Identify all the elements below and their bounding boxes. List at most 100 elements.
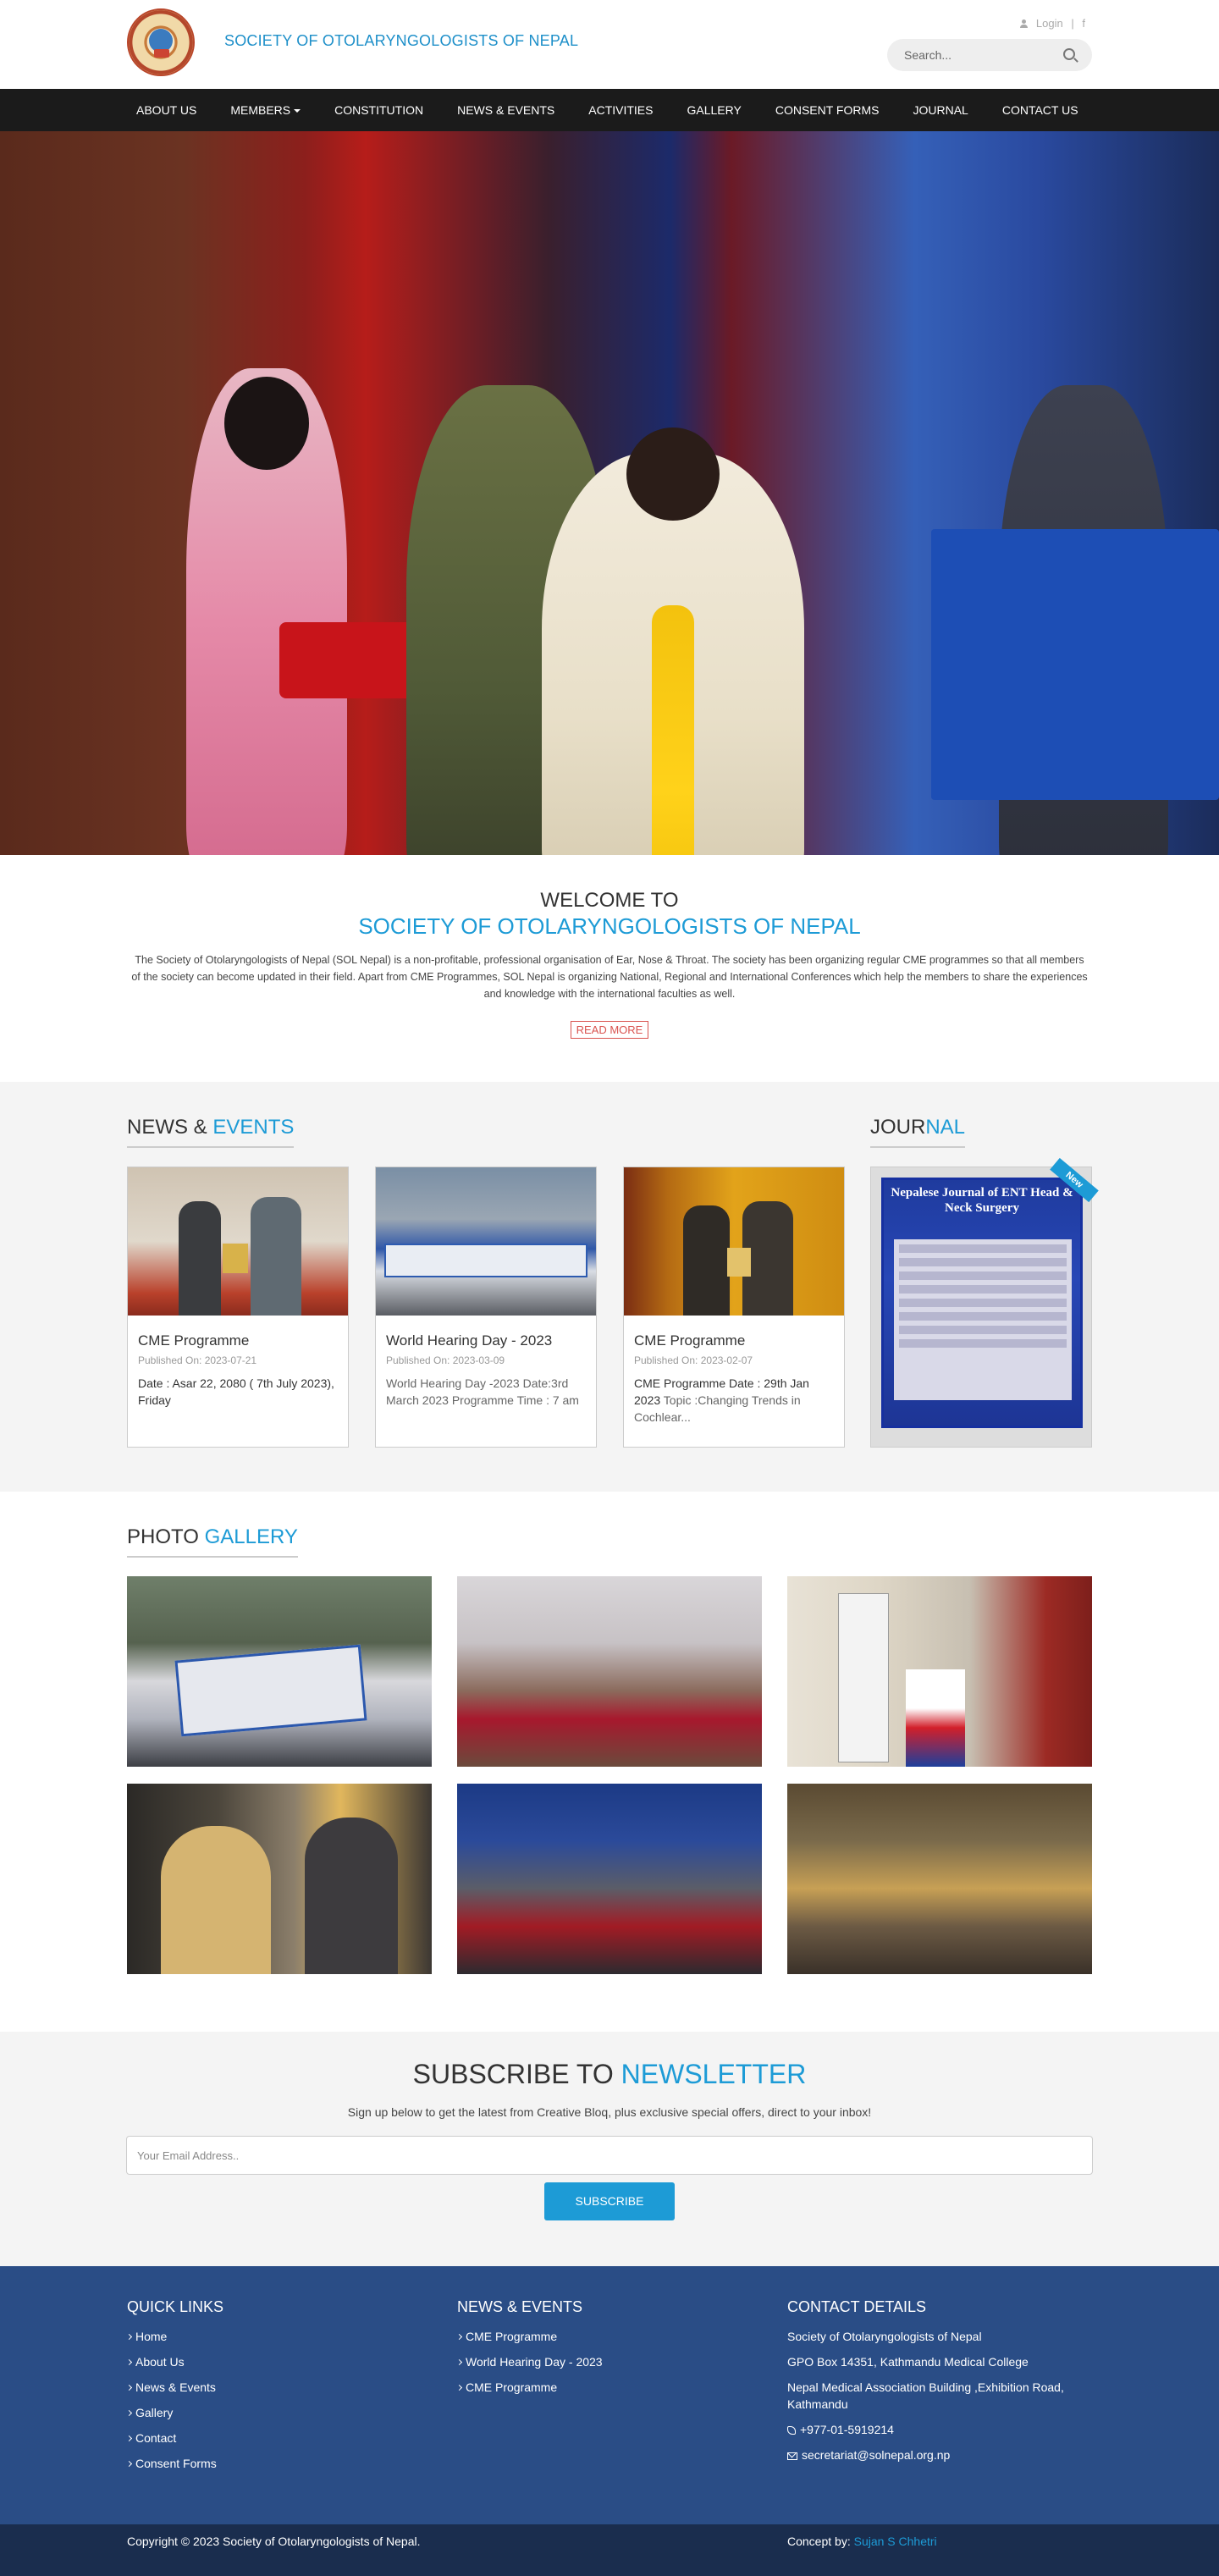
gallery-photo[interactable] [787, 1784, 1092, 1974]
nav-item-about-us[interactable]: ABOUT US [136, 103, 196, 117]
footer-link-home[interactable]: Home [125, 2328, 223, 2345]
news-title-part1: NEWS & [127, 1116, 213, 1139]
gallery-photo[interactable] [457, 1576, 762, 1767]
journal-card[interactable]: Nepalese Journal of ENT Head & Neck Surg… [870, 1157, 1099, 1448]
login-link[interactable]: Login [1036, 17, 1063, 30]
chevron-right-icon [125, 2358, 133, 2366]
footer-news-link[interactable]: CME Programme [455, 2328, 603, 2345]
footer-link-label: Gallery [135, 2406, 174, 2419]
nav-item-consent-forms[interactable]: CONSENT FORMS [775, 103, 880, 117]
chevron-right-icon [455, 2384, 463, 2391]
news-card-title[interactable]: World Hearing Day - 2023 [386, 1332, 586, 1349]
footer-link-news-events[interactable]: News & Events [125, 2379, 223, 2396]
news-card-desc: CME Programme Date : 29th Jan 2023 Topic… [634, 1375, 834, 1426]
footer-link-about-us[interactable]: About Us [125, 2353, 223, 2370]
subscribe-button[interactable]: SUBSCRIBE [544, 2182, 675, 2220]
nav-item-news-events[interactable]: NEWS & EVENTS [457, 103, 554, 117]
footer-link-label: News & Events [135, 2380, 216, 2394]
news-card-date: Published On: 2023-02-07 [634, 1354, 753, 1366]
photo-gallery-section: PHOTO GALLERY [0, 1492, 1219, 2032]
footer-news-link[interactable]: CME Programme [455, 2379, 603, 2396]
journal-cover-row [899, 1326, 1067, 1334]
concept-credit: Concept by: Sujan S Chhetri [787, 2535, 937, 2548]
news-card[interactable]: CME Programme Published On: 2023-02-07 C… [623, 1167, 845, 1448]
gallery-photo[interactable] [457, 1784, 762, 1974]
contact-email-address: secretariat@solnepal.org.np [802, 2448, 951, 2462]
news-card-desc-main: Date : Asar 22, 2080 ( 7th July 2023), F… [138, 1376, 334, 1407]
journal-cover-image[interactable]: Nepalese Journal of ENT Head & Neck Surg… [881, 1178, 1083, 1428]
facebook-icon[interactable]: f [1082, 17, 1085, 30]
nav-item-constitution[interactable]: CONSTITUTION [334, 103, 423, 117]
society-logo[interactable] [127, 8, 195, 76]
nav-item-journal[interactable]: JOURNAL [913, 103, 968, 117]
footer-news-link[interactable]: World Hearing Day - 2023 [455, 2353, 603, 2370]
journal-cover-row [899, 1271, 1067, 1280]
copyright-text: Copyright © 2023 Society of Otolaryngolo… [127, 2535, 421, 2548]
contact-email[interactable]: secretariat@solnepal.org.np [787, 2446, 1092, 2463]
footer-contact-details: CONTACT DETAILS Society of Otolaryngolog… [787, 2298, 1092, 2472]
contact-name: Society of Otolaryngologists of Nepal [787, 2330, 982, 2343]
footer-link-contact[interactable]: Contact [125, 2430, 223, 2446]
journal-title-part1: JOUR [870, 1116, 926, 1139]
news-card-photo[interactable] [128, 1167, 348, 1316]
footer-link-label: Home [135, 2330, 168, 2343]
gallery-photo[interactable] [127, 1784, 432, 1974]
read-more-button[interactable]: READ MORE [570, 1021, 649, 1039]
nav-item-members[interactable]: MEMBERS [230, 103, 301, 117]
footer-link-gallery[interactable]: Gallery [125, 2404, 223, 2421]
footer-quick-links-title: QUICK LINKS [127, 2298, 224, 2315]
photo-plaque [223, 1244, 248, 1273]
contact-address: Nepal Medical Association Building ,Exhi… [787, 2380, 1064, 2411]
newsletter-title-part2: NEWSLETTER [621, 2059, 807, 2089]
news-card-desc: Date : Asar 22, 2080 ( 7th July 2023), F… [138, 1375, 338, 1409]
nav-item-activities[interactable]: ACTIVITIES [588, 103, 653, 117]
search-icon[interactable] [1063, 48, 1075, 60]
gallery-section-title: PHOTO GALLERY [127, 1525, 298, 1558]
news-section-title: NEWS & EVENTS [127, 1116, 295, 1148]
gallery-photo[interactable] [787, 1576, 1092, 1767]
journal-cover-row [899, 1244, 1067, 1253]
gallery-photo[interactable] [127, 1576, 432, 1767]
news-card-desc: World Hearing Day -2023 Date:3rd March 2… [386, 1375, 586, 1409]
nav-item-contact-us[interactable]: CONTACT US [1002, 103, 1078, 117]
news-card-title[interactable]: CME Programme [138, 1332, 338, 1349]
news-card[interactable]: World Hearing Day - 2023 Published On: 2… [375, 1167, 597, 1448]
chevron-right-icon [455, 2358, 463, 2366]
welcome-body: The Society of Otolaryngologists of Nepa… [131, 954, 1088, 1000]
news-card-desc-extra: World Hearing Day -2023 Date:3rd March 2… [386, 1376, 579, 1407]
footer-quick-links: QUICK LINKS Home About Us News & Events … [125, 2298, 224, 2480]
news-card-photo[interactable] [624, 1167, 844, 1316]
footer-link-consent-forms[interactable]: Consent Forms [125, 2455, 223, 2472]
news-journal-section: NEWS & EVENTS JOURNAL CME Programme Publ… [0, 1082, 1219, 1492]
top-links-separator: | [1071, 17, 1074, 30]
news-card[interactable]: CME Programme Published On: 2023-07-21 D… [127, 1167, 349, 1448]
gallery-grid [127, 1576, 1092, 1974]
footer-news-link-label: World Hearing Day - 2023 [466, 2355, 603, 2369]
footer-news-title: NEWS & EVENTS [457, 2298, 583, 2315]
chevron-right-icon [125, 2435, 133, 2442]
news-card-title[interactable]: CME Programme [634, 1332, 834, 1349]
footer-news-link-label: CME Programme [466, 2330, 558, 2343]
photo-person [305, 1818, 398, 1974]
gallery-title-part2: GALLERY [204, 1525, 298, 1548]
photo-person [251, 1197, 301, 1316]
footer-contact-title: CONTACT DETAILS [787, 2298, 927, 2315]
footer-news-link-label: CME Programme [466, 2380, 558, 2394]
nav-item-gallery[interactable]: GALLERY [687, 103, 741, 117]
site-title[interactable]: SOCIETY OF OTOLARYNGOLOGISTS OF NEPAL [224, 32, 578, 50]
concept-author-link[interactable]: Sujan S Chhetri [854, 2535, 937, 2548]
copyright-bar: Copyright © 2023 Society of Otolaryngolo… [0, 2524, 1219, 2576]
newsletter-email-input[interactable] [127, 2137, 1092, 2174]
news-card-date: Published On: 2023-03-09 [386, 1354, 505, 1366]
welcome-section: WELCOME TO SOCIETY OF OTOLARYNGOLOGISTS … [0, 855, 1219, 1082]
journal-cover-row [899, 1258, 1067, 1266]
search-input[interactable] [887, 39, 1056, 71]
news-card-photo[interactable] [376, 1167, 596, 1316]
contact-phone[interactable]: +977-01-5919214 [787, 2421, 1092, 2438]
photo-plaque [727, 1248, 751, 1277]
journal-cover-row [899, 1339, 1067, 1348]
footer-news-events: NEWS & EVENTS CME Programme World Hearin… [455, 2298, 603, 2404]
site-header: SOCIETY OF OTOLARYNGOLOGISTS OF NEPAL Lo… [0, 0, 1219, 89]
site-footer: QUICK LINKS Home About Us News & Events … [0, 2266, 1219, 2524]
search-box [887, 39, 1092, 71]
